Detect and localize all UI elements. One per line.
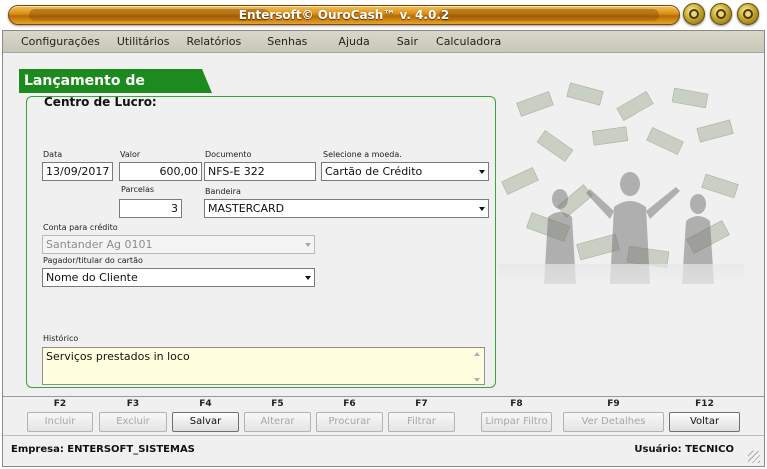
bandeira-select[interactable]: MASTERCARD xyxy=(204,199,489,218)
documento-field[interactable]: NFS-E 322 xyxy=(204,162,316,181)
parcelas-label: Parcelas xyxy=(121,185,155,194)
memo-scrollbar[interactable] xyxy=(472,352,482,382)
menu-calculadora[interactable]: Calculadora xyxy=(436,35,501,48)
menu-sair[interactable]: Sair xyxy=(397,35,418,48)
close-icon xyxy=(743,9,753,19)
fkey-label-f9: F9 xyxy=(607,399,620,409)
procurar-button[interactable]: Procurar xyxy=(316,412,383,432)
chevron-down-icon xyxy=(305,243,311,247)
window-title: Entersoft© OuroCash™ v. 4.0.2 xyxy=(238,8,450,22)
content-area: Lançamento de Receitas Centro de Lucro: … xyxy=(3,54,764,426)
money-illustration xyxy=(498,79,744,284)
filtrar-button[interactable]: Filtrar xyxy=(388,412,455,432)
valor-field[interactable]: 600,00 xyxy=(119,162,202,181)
conta-label: Conta para crédito xyxy=(43,223,118,232)
fkey-label-f7: F7 xyxy=(415,399,428,409)
menu-senhas[interactable]: Senhas xyxy=(267,35,307,48)
scroll-down-icon[interactable] xyxy=(474,378,480,382)
resize-grip-icon[interactable] xyxy=(748,451,760,463)
documento-label: Documento xyxy=(205,150,252,159)
minimize-icon xyxy=(689,9,699,19)
menu-utilitarios[interactable]: Utilitários xyxy=(117,35,170,48)
historico-value: Serviços prestados in loco xyxy=(46,350,190,363)
fkey-label-f8: F8 xyxy=(510,399,523,409)
scroll-up-icon[interactable] xyxy=(474,352,480,356)
bandeira-label: Bandeira xyxy=(205,187,241,196)
menu-bar: Configurações Utilitários Relatórios Sen… xyxy=(3,31,764,53)
main-window: Configurações Utilitários Relatórios Sen… xyxy=(2,30,765,467)
chevron-down-icon[interactable] xyxy=(479,207,485,211)
conta-select[interactable]: Santander Ag 0101 xyxy=(42,235,315,254)
moeda-select[interactable]: Cartão de Crédito xyxy=(321,162,489,181)
chevron-down-icon[interactable] xyxy=(305,276,311,280)
conta-value: Santander Ag 0101 xyxy=(46,238,153,251)
fkey-label-f12: F12 xyxy=(695,399,714,409)
fkey-label-f4: F4 xyxy=(199,399,212,409)
salvar-button[interactable]: Salvar xyxy=(172,412,239,432)
parcelas-field[interactable]: 3 xyxy=(119,199,182,218)
menu-configuracoes[interactable]: Configurações xyxy=(21,35,100,48)
chevron-down-icon[interactable] xyxy=(479,170,485,174)
valor-label: Valor xyxy=(120,150,141,159)
status-bar: Empresa: ENTERSOFT_SISTEMAS Usuário: TEC… xyxy=(3,438,764,466)
bandeira-value: MASTERCARD xyxy=(208,202,285,215)
fkey-label-f6: F6 xyxy=(343,399,356,409)
minimize-button[interactable] xyxy=(683,3,705,25)
form-title: Lançamento de Receitas xyxy=(19,69,212,93)
data-field[interactable]: 13/09/2017 xyxy=(42,162,113,181)
alterar-button[interactable]: Alterar xyxy=(244,412,311,432)
form-subtitle: Centro de Lucro: xyxy=(44,95,157,109)
menu-ajuda[interactable]: Ajuda xyxy=(338,35,369,48)
incluir-button[interactable]: Incluir xyxy=(27,412,93,432)
title-pill[interactable]: Entersoft© OuroCash™ v. 4.0.2 xyxy=(8,5,680,25)
voltar-button[interactable]: Voltar xyxy=(669,412,740,432)
ver-detalhes-button[interactable]: Ver Detalhes xyxy=(563,412,664,432)
pagador-label: Pagador/titular do cartão xyxy=(43,256,143,265)
pagador-select[interactable]: Nome do Cliente xyxy=(42,268,315,287)
historico-label: Histórico xyxy=(43,334,79,343)
moeda-label: Selecione a moeda. xyxy=(323,150,402,159)
maximize-icon xyxy=(716,9,726,19)
limpar-filtro-button[interactable]: Limpar Filtro xyxy=(481,412,552,432)
fkey-label-f5: F5 xyxy=(271,399,284,409)
function-key-bar: F2 Incluir F3 Excluir F4 Salvar F5 Alter… xyxy=(3,396,764,436)
data-label: Data xyxy=(43,150,63,159)
fkey-label-f3: F3 xyxy=(126,399,140,409)
pagador-value: Nome do Cliente xyxy=(46,271,138,284)
historico-memo[interactable]: Serviços prestados in loco xyxy=(42,347,485,385)
title-bar: Entersoft© OuroCash™ v. 4.0.2 xyxy=(0,0,767,30)
close-button[interactable] xyxy=(737,3,759,25)
moeda-value: Cartão de Crédito xyxy=(325,165,423,178)
menu-relatorios[interactable]: Relatórios xyxy=(186,35,241,48)
usuario-status: Usuário: TECNICO xyxy=(634,444,734,455)
fkey-label-f2: F2 xyxy=(53,399,67,409)
empresa-status: Empresa: ENTERSOFT_SISTEMAS xyxy=(11,444,195,455)
excluir-button[interactable]: Excluir xyxy=(99,412,167,432)
maximize-button[interactable] xyxy=(710,3,732,25)
